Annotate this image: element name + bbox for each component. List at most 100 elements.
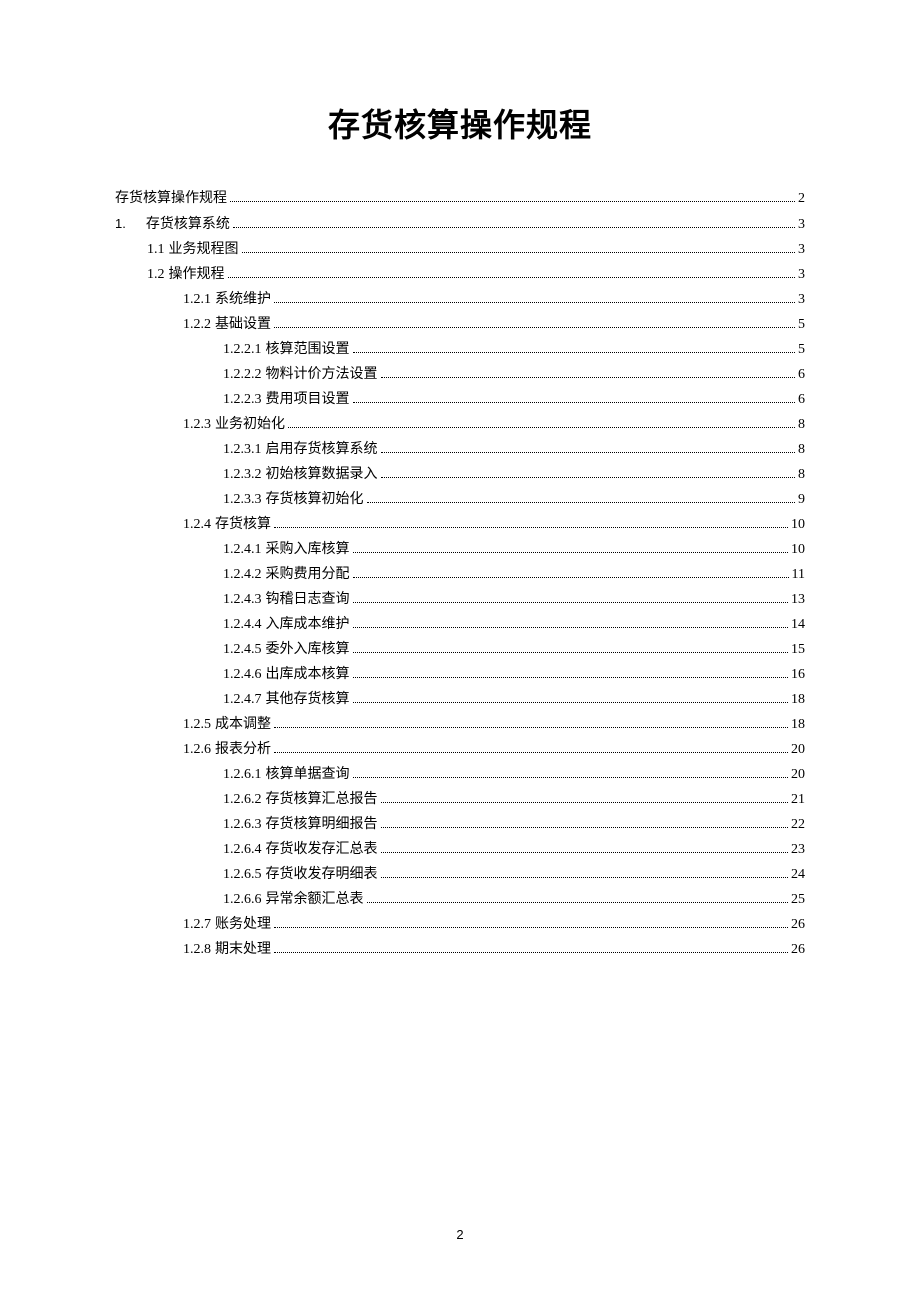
toc-entry[interactable]: 1.2.3.2初始核算数据录入8 [115,462,805,487]
toc-page: 5 [798,312,805,337]
toc-number: 1.2.5 [183,712,211,737]
toc-number: 1.2.3.2 [223,462,262,487]
toc-entry[interactable]: 1.2.4.5委外入库核算 15 [115,637,805,662]
toc-page: 26 [791,937,805,962]
toc-entry[interactable]: 1.2.4存货核算10 [115,512,805,537]
toc-leader [381,452,796,453]
toc-entry[interactable]: 1.2.6.4存货收发存汇总表23 [115,837,805,862]
toc-page: 6 [798,362,805,387]
toc-entry[interactable]: 1.2.3业务初始化 8 [115,412,805,437]
toc-page: 15 [791,637,805,662]
toc-page: 25 [791,887,805,912]
toc-page: 20 [791,762,805,787]
toc-leader [274,727,788,728]
toc-number: 1.2.6.2 [223,787,262,812]
toc-text: 存货收发存汇总表 [266,837,378,862]
toc-entry[interactable]: 1.2.8期末处理26 [115,937,805,962]
toc-number: 1.2.6.3 [223,812,262,837]
toc-entry[interactable]: 1.2.4.7其他存货核算18 [115,687,805,712]
toc-entry[interactable]: 1.2.3.3存货核算初始化9 [115,487,805,512]
toc-leader [274,527,788,528]
toc-entry[interactable]: 1.2.7账务处理26 [115,912,805,937]
toc-entry[interactable]: 1.1业务规程图3 [115,237,805,262]
toc-text: 核算范围设置 [266,337,350,362]
toc-leader [274,952,788,953]
toc-text: 账务处理 [215,912,271,937]
toc-text: 存货核算汇总报告 [266,787,378,812]
toc-entry[interactable]: 1.2.6报表分析20 [115,737,805,762]
toc-text: 存货核算系统 [146,212,230,237]
toc-leader [274,927,788,928]
toc-number: 1.2.8 [183,937,211,962]
toc-leader [381,802,789,803]
document-title: 存货核算操作规程 [115,100,805,146]
toc-leader [353,602,789,603]
toc-page: 9 [798,487,805,512]
toc-number: 1.2 [147,262,165,287]
toc-entry[interactable]: 1. 存货核算系统 3 [115,211,805,237]
toc-text: 采购入库核算 [266,537,350,562]
toc-entry[interactable]: 1.2.6.6异常余额汇总表25 [115,887,805,912]
toc-text: 启用存货核算系统 [266,437,378,462]
document-page: 存货核算操作规程 存货核算操作规程21. 存货核算系统 31.1业务规程图31.2操… [0,0,920,962]
toc-entry[interactable]: 1.2.2.1核算范围设置5 [115,337,805,362]
toc-text: 系统维护 [215,287,271,312]
toc-entry[interactable]: 1.2.2基础设置 5 [115,312,805,337]
toc-entry[interactable]: 1.2.4.3钩稽日志查询13 [115,587,805,612]
toc-text: 钩稽日志查询 [266,587,350,612]
toc-entry[interactable]: 1.2.6.1核算单据查询20 [115,762,805,787]
toc-entry[interactable]: 1.2.1系统维护3 [115,287,805,312]
toc-page: 3 [798,212,805,237]
toc-entry[interactable]: 存货核算操作规程2 [115,186,805,211]
toc-number: 1.2.2 [183,312,211,337]
toc-leader [367,502,796,503]
toc-text: 存货核算初始化 [266,487,364,512]
toc-text: 存货核算操作规程 [115,186,227,211]
toc-page: 22 [791,812,805,837]
toc-entry[interactable]: 1.2.4.6出库成本核算16 [115,662,805,687]
toc-entry[interactable]: 1.2.6.2存货核算汇总报告21 [115,787,805,812]
toc-entry[interactable]: 1.2操作规程3 [115,262,805,287]
table-of-contents: 存货核算操作规程21. 存货核算系统 31.1业务规程图31.2操作规程31.2.1… [115,186,805,962]
toc-text: 基础设置 [215,312,271,337]
toc-text: 存货收发存明细表 [266,862,378,887]
toc-number: 1.2.3.1 [223,437,262,462]
toc-entry[interactable]: 1.2.5成本调整18 [115,712,805,737]
toc-entry[interactable]: 1.2.2.3费用项目设置6 [115,387,805,412]
toc-number: 1.2.4.5 [223,637,262,662]
toc-entry[interactable]: 1.2.6.3存货核算明细报告22 [115,812,805,837]
toc-number: 1.2.6.6 [223,887,262,912]
toc-page: 11 [792,562,805,587]
toc-number: 1.2.3 [183,412,211,437]
toc-number: 1.2.6 [183,737,211,762]
toc-entry[interactable]: 1.2.4.1采购入库核算10 [115,537,805,562]
toc-entry[interactable]: 1.2.3.1启用存货核算系统 8 [115,437,805,462]
toc-entry[interactable]: 1.2.4.2采购费用分配11 [115,562,805,587]
toc-leader [274,302,795,303]
toc-page: 8 [798,412,805,437]
toc-text: 入库成本维护 [266,612,350,637]
toc-number: 1. [115,211,126,236]
toc-leader [274,327,795,328]
toc-leader [381,377,796,378]
toc-leader [381,852,789,853]
toc-leader [353,552,789,553]
toc-text: 业务初始化 [215,412,285,437]
toc-page: 3 [798,262,805,287]
toc-page: 18 [791,687,805,712]
toc-page: 10 [791,537,805,562]
toc-entry[interactable]: 1.2.2.2物料计价方法设置6 [115,362,805,387]
toc-entry[interactable]: 1.2.6.5存货收发存明细表24 [115,862,805,887]
toc-text: 采购费用分配 [266,562,350,587]
toc-entry[interactable]: 1.2.4.4入库成本维护14 [115,612,805,637]
toc-number: 1.2.7 [183,912,211,937]
toc-text: 委外入库核算 [266,637,350,662]
toc-text: 其他存货核算 [266,687,350,712]
toc-number: 1.2.4.6 [223,662,262,687]
toc-page: 8 [798,437,805,462]
toc-page: 5 [798,337,805,362]
toc-leader [353,652,789,653]
toc-leader [381,877,789,878]
toc-leader [274,752,788,753]
toc-text: 初始核算数据录入 [266,462,378,487]
